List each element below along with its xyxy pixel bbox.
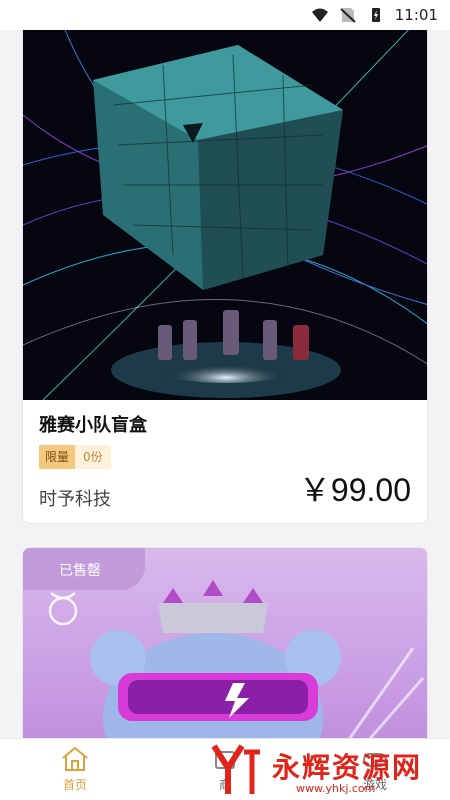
product-image: 已售罄: [23, 548, 427, 738]
home-icon: [62, 746, 88, 771]
market-icon: [215, 751, 235, 769]
nav-home-label: 首页: [62, 778, 87, 792]
nav-games-label: 游戏: [362, 778, 387, 792]
wifi-icon: [311, 8, 328, 22]
sold-out-badge: 已售罄: [23, 548, 145, 590]
nav-market[interactable]: 商: [150, 739, 300, 800]
product-card[interactable]: 雅赛小队盲盒 限量 0份 时予科技 ￥99.00: [22, 30, 428, 524]
product-title: 雅赛小队盲盒: [39, 415, 147, 436]
status-time: 11:01: [394, 6, 438, 24]
status-bar: 11:01: [0, 0, 450, 30]
product-image: [23, 30, 427, 400]
nav-games[interactable]: 游戏: [300, 739, 450, 800]
product-card[interactable]: 已售罄: [22, 547, 428, 738]
product-price: ￥99.00: [298, 472, 411, 508]
limited-count: 0份: [75, 445, 111, 469]
no-sim-icon: [340, 8, 356, 23]
brand-name: 时予科技: [39, 489, 111, 510]
bottom-nav: 首页 商 游戏: [0, 738, 450, 800]
limited-tag: 限量 0份: [39, 445, 111, 469]
battery-charging-icon: [371, 8, 380, 22]
sold-out-label: 已售罄: [59, 563, 101, 579]
nav-home[interactable]: 首页: [0, 739, 150, 800]
nav-market-label: 商: [218, 778, 231, 792]
gamepad-icon: [363, 753, 387, 767]
product-feed[interactable]: 雅赛小队盲盒 限量 0份 时予科技 ￥99.00 已售罄: [0, 30, 450, 738]
limited-label: 限量: [39, 445, 76, 469]
